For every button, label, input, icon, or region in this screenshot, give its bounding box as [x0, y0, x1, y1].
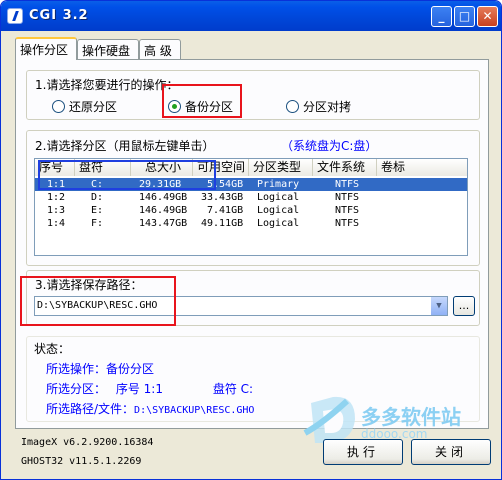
col-header-label[interactable]: 卷标	[377, 159, 467, 176]
status-op-label: 所选操作：	[46, 362, 107, 376]
cell-fs: NTFS	[335, 192, 360, 203]
ghost-version: GHOST32 v11.5.1.2269	[21, 456, 142, 467]
minimize-button[interactable]: _	[431, 6, 452, 27]
app-window: CGI 3.2 _ □ ✕ 操作分区 操作硬盘 高 级 1.请选择您要进行的操作…	[0, 0, 502, 480]
radio-circle	[286, 100, 299, 113]
app-icon	[7, 8, 23, 24]
status-label: 状态：	[34, 342, 71, 356]
status-op-value: 备份分区	[106, 362, 155, 376]
cell-total: 146.49GB	[139, 205, 188, 216]
cell-no: 1:2	[47, 192, 66, 203]
browse-button[interactable]: ...	[453, 296, 475, 316]
chevron-down-icon[interactable]: ▼	[430, 297, 447, 315]
status-drive: 盘符 C:	[212, 382, 254, 396]
cell-type: Logical	[257, 192, 300, 203]
clone-radio[interactable]: 分区对拷	[286, 98, 351, 115]
cell-fs: NTFS	[335, 179, 360, 190]
cell-free: 49.11GB	[201, 218, 244, 229]
tab-advanced[interactable]: 高 级	[139, 39, 181, 59]
restore-radio[interactable]: 还原分区	[52, 98, 117, 115]
cell-drive: E:	[91, 205, 104, 216]
tab-panel: 1.请选择您要进行的操作： 还原分区 备份分区 分区对拷 2.请选择分区（用鼠标…	[15, 59, 489, 429]
execute-button[interactable]: 执行	[323, 439, 403, 465]
cell-drive: F:	[91, 218, 104, 229]
title-bar[interactable]: CGI 3.2 _ □ ✕	[1, 1, 501, 31]
partition-label: 2.请选择分区（用鼠标左键单击）	[35, 137, 215, 154]
operation-label: 1.请选择您要进行的操作：	[35, 76, 179, 93]
cell-free: 7.41GB	[207, 205, 244, 216]
cell-fs: NTFS	[335, 205, 360, 216]
table-row[interactable]: 1:4 F: 143.47GB 49.11GB Logical NTFS	[35, 217, 467, 230]
status-partition: 所选分区： 序号 1:1 盘符 C:	[46, 380, 253, 397]
status-path-label: 所选路径/文件：	[46, 402, 135, 416]
maximize-button[interactable]: □	[454, 6, 475, 27]
cell-no: 1:3	[47, 205, 66, 216]
close-button[interactable]: 关闭	[411, 439, 491, 465]
highlight-box-selected-row	[38, 160, 216, 190]
cell-fs: NTFS	[335, 218, 360, 229]
status-operation: 所选操作：备份分区	[46, 360, 154, 377]
cell-drive: D:	[91, 192, 104, 203]
cell-free: 33.43GB	[201, 192, 244, 203]
cell-type: Primary	[257, 179, 300, 190]
clone-label: 分区对拷	[303, 100, 352, 114]
cell-type: Logical	[257, 218, 300, 229]
close-window-button[interactable]: ✕	[477, 6, 498, 27]
tab-disk[interactable]: 操作硬盘	[77, 39, 139, 59]
col-header-type[interactable]: 分区类型	[249, 159, 313, 176]
highlight-box-backup	[162, 84, 242, 118]
tab-partition[interactable]: 操作分区	[15, 37, 77, 60]
window-title: CGI 3.2	[29, 8, 89, 23]
cell-no: 1:4	[47, 218, 66, 229]
radio-circle	[52, 100, 65, 113]
status-path-value: D:\SYBACKUP\RESC.GHO	[134, 405, 255, 416]
cell-type: Logical	[257, 205, 300, 216]
status-part-label: 所选分区：	[46, 382, 107, 396]
restore-label: 还原分区	[69, 100, 118, 114]
imagex-version: ImageX v6.2.9200.16384	[21, 437, 154, 448]
table-row[interactable]: 1:2 D: 146.49GB 33.43GB Logical NTFS	[35, 191, 467, 204]
highlight-box-path	[20, 276, 176, 326]
status-path: 所选路径/文件：D:\SYBACKUP\RESC.GHO	[46, 400, 254, 417]
system-disk-note: （系统盘为C:盘）	[281, 137, 378, 154]
table-row[interactable]: 1:3 E: 146.49GB 7.41GB Logical NTFS	[35, 204, 467, 217]
col-header-fs[interactable]: 文件系统	[313, 159, 377, 176]
status-part-no: 序号 1:1	[115, 382, 163, 396]
cell-total: 146.49GB	[139, 192, 188, 203]
cell-total: 143.47GB	[139, 218, 188, 229]
watermark-text: 多多软件站	[361, 405, 461, 429]
